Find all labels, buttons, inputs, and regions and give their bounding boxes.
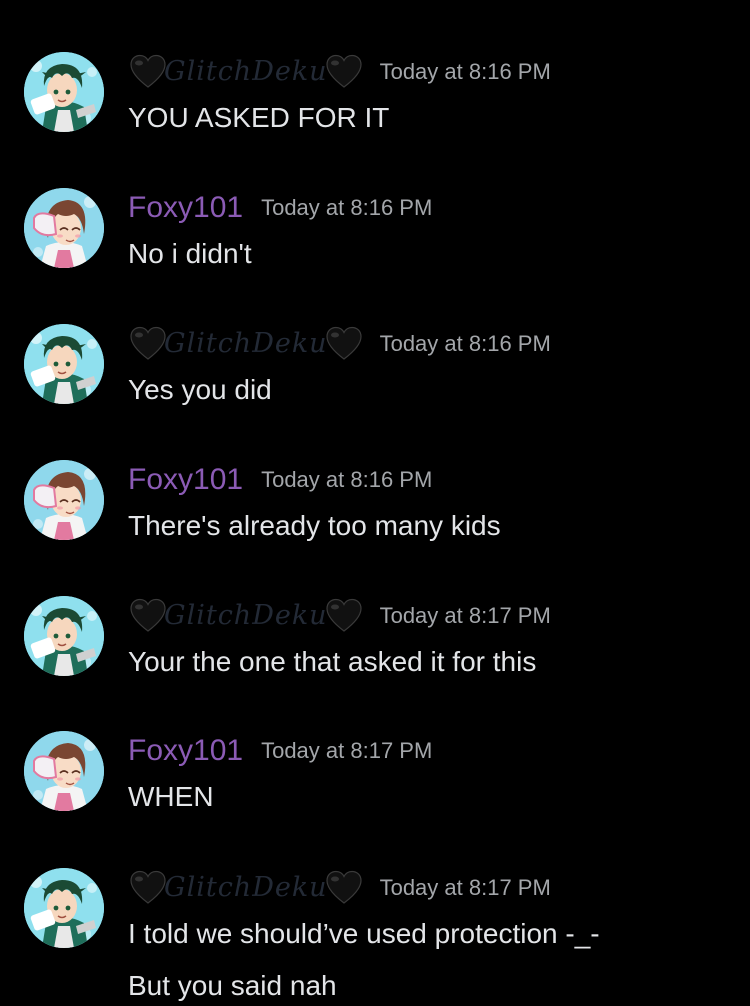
message-header: Foxy101 Today at 8:17 PM: [128, 731, 432, 771]
black-heart-icon: [128, 868, 168, 908]
uraraka-avatar-icon[interactable]: [24, 731, 104, 811]
black-heart-icon: [324, 868, 364, 908]
message-header: GlitchDeku Today at 8:17 PM: [128, 868, 551, 908]
message-text: I told we should’ve used protection -_-: [128, 918, 600, 949]
username-text: GlitchDeku: [164, 328, 328, 359]
deku-avatar-icon[interactable]: [24, 596, 104, 676]
deku-avatar-icon[interactable]: [24, 52, 104, 132]
username[interactable]: Foxy101: [128, 460, 243, 500]
username[interactable]: GlitchDeku: [128, 52, 364, 92]
timestamp: Today at 8:16 PM: [261, 467, 433, 492]
black-heart-icon: [324, 52, 364, 92]
username-text: GlitchDeku: [164, 56, 328, 87]
message-text: But you said nah: [128, 970, 337, 1001]
timestamp: Today at 8:16 PM: [379, 59, 551, 84]
black-heart-icon: [128, 324, 168, 364]
chat-message-list[interactable]: GlitchDeku Today at 8:16 PM YOU ASKED FO…: [0, 0, 750, 1006]
message-text: WHEN: [128, 781, 214, 812]
message-text: YOU ASKED FOR IT: [128, 102, 390, 133]
message-header: Foxy101 Today at 8:16 PM: [128, 188, 432, 228]
timestamp: Today at 8:16 PM: [261, 195, 433, 220]
black-heart-icon: [324, 596, 364, 636]
username-text: GlitchDeku: [164, 872, 328, 903]
username[interactable]: GlitchDeku: [128, 596, 364, 636]
deku-avatar-icon[interactable]: [24, 324, 104, 404]
message-text: No i didn't: [128, 238, 252, 269]
username-text: GlitchDeku: [164, 600, 328, 631]
message-header: Foxy101 Today at 8:16 PM: [128, 460, 432, 500]
uraraka-avatar-icon[interactable]: [24, 460, 104, 540]
username[interactable]: GlitchDeku: [128, 868, 364, 908]
username[interactable]: Foxy101: [128, 188, 243, 228]
deku-avatar-icon[interactable]: [24, 868, 104, 948]
timestamp: Today at 8:17 PM: [261, 738, 433, 763]
black-heart-icon: [128, 52, 168, 92]
message-header: GlitchDeku Today at 8:16 PM: [128, 324, 551, 364]
message-text: Yes you did: [128, 374, 272, 405]
timestamp: Today at 8:16 PM: [379, 331, 551, 356]
username[interactable]: GlitchDeku: [128, 324, 364, 364]
timestamp: Today at 8:17 PM: [379, 875, 551, 900]
black-heart-icon: [324, 324, 364, 364]
uraraka-avatar-icon[interactable]: [24, 188, 104, 268]
message-header: GlitchDeku Today at 8:17 PM: [128, 596, 551, 636]
message-text: Your the one that asked it for this: [128, 646, 537, 677]
timestamp: Today at 8:17 PM: [379, 603, 551, 628]
message-header: GlitchDeku Today at 8:16 PM: [128, 52, 551, 92]
username[interactable]: Foxy101: [128, 731, 243, 771]
message-text: There's already too many kids: [128, 510, 501, 541]
black-heart-icon: [128, 596, 168, 636]
